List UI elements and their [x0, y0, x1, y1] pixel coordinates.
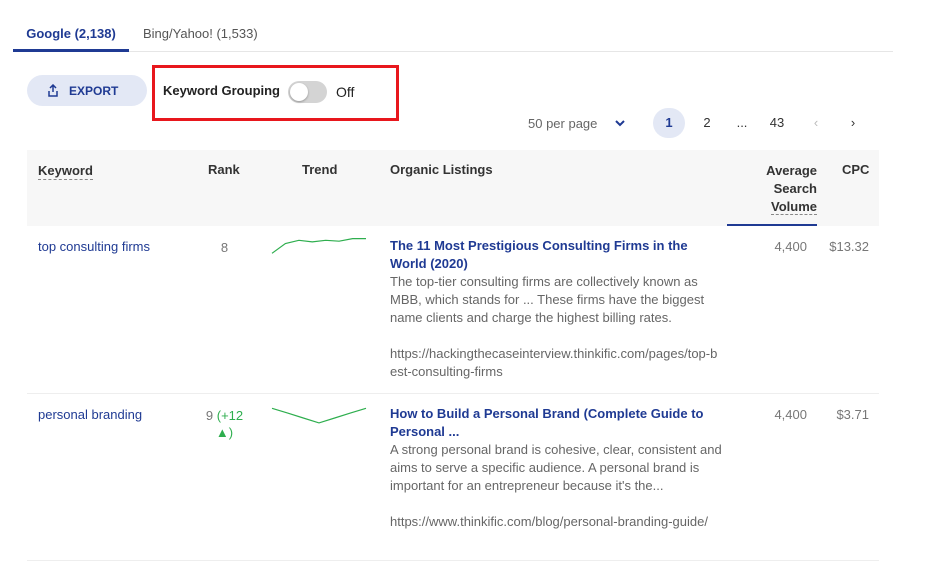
- page-ellipsis: ...: [736, 115, 748, 130]
- organic-listings-column-header: Organic Listings: [390, 162, 493, 177]
- toggle-knob: [290, 83, 308, 101]
- rank-value: 8: [197, 239, 252, 256]
- chevron-down-icon[interactable]: [613, 116, 627, 130]
- keyword-column-header[interactable]: Keyword: [38, 162, 93, 180]
- table-row: personal branding 9 (+12 ▲) How to Build…: [27, 394, 879, 561]
- cpc-value: $13.32: [829, 239, 869, 254]
- export-label: EXPORT: [69, 83, 119, 98]
- export-icon: [47, 84, 59, 97]
- volume-header-line3: Volume: [771, 199, 817, 215]
- tab-bing-yahoo[interactable]: Bing/Yahoo! (1,533): [143, 18, 258, 52]
- rank-value: 9 (+12 ▲): [197, 407, 252, 441]
- table-header: Keyword Rank Trend Organic Listings Aver…: [27, 150, 879, 226]
- page-2-button[interactable]: 2: [697, 108, 717, 138]
- page-1-button[interactable]: 1: [653, 108, 685, 138]
- organic-listing: How to Build a Personal Brand (Complete …: [390, 405, 722, 531]
- search-volume-value: 4,400: [774, 239, 807, 254]
- rank-column-header[interactable]: Rank: [208, 162, 240, 177]
- per-page-select[interactable]: 50 per page: [528, 116, 597, 131]
- keyword-link[interactable]: top consulting firms: [38, 239, 150, 254]
- organic-listing: The 11 Most Prestigious Consulting Firms…: [390, 237, 722, 381]
- listing-description: A strong personal brand is cohesive, cle…: [390, 442, 722, 493]
- listing-title-link[interactable]: The 11 Most Prestigious Consulting Firms…: [390, 237, 722, 273]
- trend-sparkline: [271, 237, 366, 254]
- rank-number: 8: [220, 240, 229, 255]
- listing-title-link[interactable]: How to Build a Personal Brand (Complete …: [390, 405, 722, 441]
- toggle-state-label: Off: [336, 84, 355, 100]
- listing-url[interactable]: https://hackingthecaseinterview.thinkifi…: [390, 345, 722, 381]
- keyword-grouping-toggle[interactable]: [288, 81, 327, 103]
- search-engine-tabs: Google (2,138) Bing/Yahoo! (1,533): [13, 18, 893, 52]
- volume-header-line2: Search: [773, 181, 817, 196]
- trend-line: [271, 407, 367, 424]
- chevron-left-icon[interactable]: ‹: [806, 108, 826, 138]
- trend-sparkline: [271, 407, 367, 424]
- listing-description: The top-tier consulting firms are collec…: [390, 274, 705, 325]
- trend-column-header: Trend: [302, 162, 338, 177]
- search-volume-value: 4,400: [774, 407, 807, 422]
- listing-url[interactable]: https://www.thinkific.com/blog/personal-…: [390, 513, 722, 531]
- tab-google[interactable]: Google (2,138): [13, 18, 129, 52]
- chevron-right-icon[interactable]: ›: [843, 108, 863, 138]
- trend-line: [271, 237, 366, 254]
- page-43-button[interactable]: 43: [764, 108, 790, 138]
- cpc-column-header[interactable]: CPC: [842, 162, 869, 177]
- search-volume-column-header[interactable]: Average Search Volume: [727, 162, 817, 216]
- table-row: top consulting firms 8 The 11 Most Prest…: [27, 226, 879, 394]
- keyword-grouping-label: Keyword Grouping: [163, 83, 280, 98]
- rank-number: 9: [205, 408, 214, 423]
- export-button[interactable]: EXPORT: [27, 75, 147, 106]
- rank-change: (+12 ▲): [215, 408, 244, 440]
- volume-header-line1: Average: [766, 163, 817, 178]
- keyword-link[interactable]: personal branding: [38, 407, 142, 422]
- cpc-value: $3.71: [836, 407, 869, 422]
